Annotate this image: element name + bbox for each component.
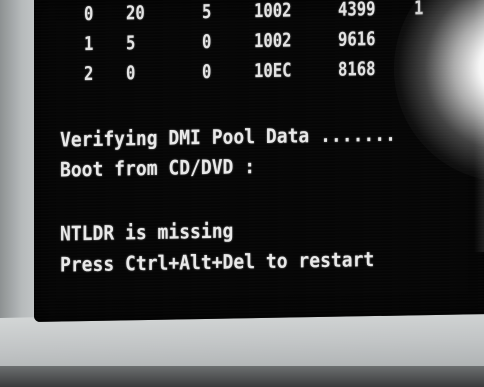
table-cell: 0 <box>202 30 212 54</box>
table-cell: 9616 <box>338 28 376 51</box>
table-cell: 20 <box>126 2 145 25</box>
monitor-photo: 0 20 5 1002 4399 1 1 5 0 1002 9616 2 0 0… <box>0 0 484 387</box>
table-cell: 10EC <box>254 59 292 83</box>
table-cell: 0 <box>202 60 212 84</box>
error-message: NTLDR is missing <box>60 218 234 246</box>
table-cell: 1002 <box>254 29 292 53</box>
table-cell: 2 <box>84 62 94 86</box>
table-cell: 1002 <box>254 0 292 23</box>
table-cell: 1 <box>84 32 94 56</box>
light-glare <box>394 0 484 184</box>
table-cell: 0 <box>126 62 136 85</box>
monitor-bezel-left <box>0 0 36 340</box>
table-cell: 1 <box>414 0 424 20</box>
bios-screen: 0 20 5 1002 4399 1 1 5 0 1002 9616 2 0 0… <box>34 0 484 322</box>
restart-prompt: Press Ctrl+Alt+Del to restart <box>60 247 375 277</box>
dmi-verify-message: Verifying DMI Pool Data ....... <box>60 121 396 152</box>
table-cell: 5 <box>202 0 212 24</box>
light-glare-edge <box>474 0 484 253</box>
boot-device-message: Boot from CD/DVD : <box>60 154 256 182</box>
table-cell: 8168 <box>338 58 376 81</box>
desk-shadow <box>0 366 484 387</box>
table-cell: 5 <box>126 32 136 55</box>
table-cell: 0 <box>84 2 94 26</box>
table-cell: 4399 <box>338 0 376 21</box>
